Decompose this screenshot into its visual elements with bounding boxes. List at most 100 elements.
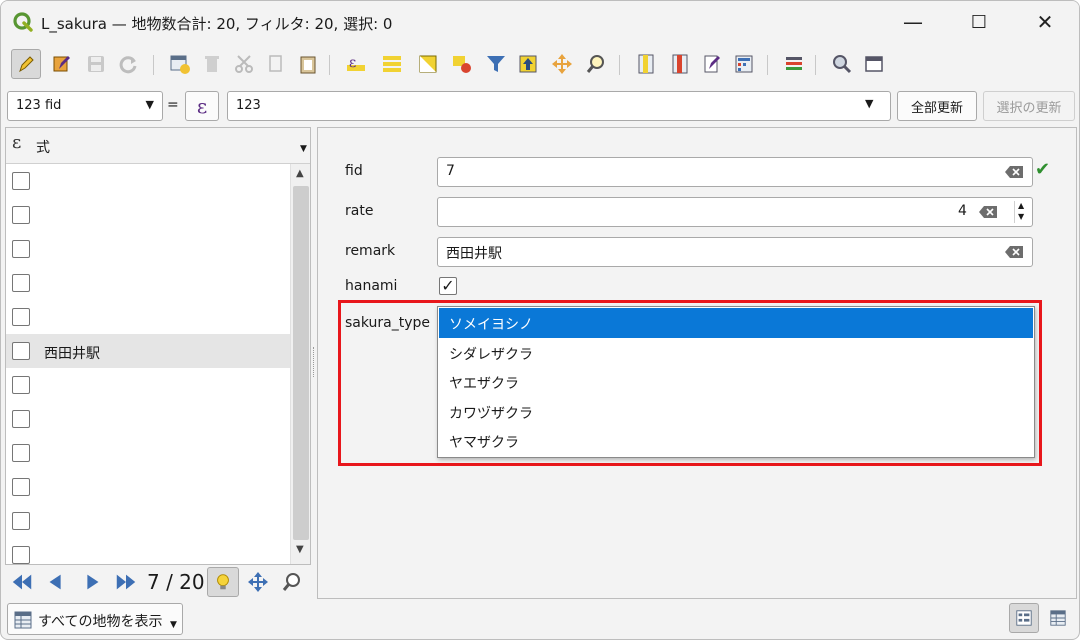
clear-icon[interactable]: [978, 205, 998, 219]
remark-input[interactable]: 西田井駅: [437, 237, 1033, 267]
hanami-checkbox[interactable]: ✓: [439, 277, 457, 295]
close-button[interactable]: ✕: [1013, 1, 1077, 43]
maximize-button[interactable]: ☐: [947, 1, 1011, 43]
zoom-to-selection-icon[interactable]: [581, 49, 611, 79]
chevron-down-icon[interactable]: ▼: [865, 97, 873, 110]
row-checkbox[interactable]: [12, 206, 30, 224]
delete-field-icon[interactable]: [665, 49, 695, 79]
scroll-down-icon[interactable]: ▼: [296, 544, 304, 555]
delete-feature-icon[interactable]: [197, 49, 227, 79]
edit-field-icon[interactable]: [697, 49, 727, 79]
list-item[interactable]: 西田井駅: [6, 334, 290, 368]
pan-to-selection-icon[interactable]: [547, 49, 577, 79]
invert-selection-icon[interactable]: [413, 49, 443, 79]
chevron-down-icon: ▼: [170, 620, 177, 630]
equals-label: =: [167, 97, 179, 113]
show-all-features-button[interactable]: すべての地物を表示 ▼: [7, 603, 183, 635]
zoom-to-feature-icon[interactable]: [279, 569, 305, 595]
list-item[interactable]: [6, 402, 290, 436]
expression-input[interactable]: 123: [227, 91, 891, 121]
stepper[interactable]: ▲ ▼: [1014, 201, 1030, 223]
list-display-expression[interactable]: ε 式 ▼: [6, 128, 310, 164]
field-select[interactable]: 123 fid ▼: [7, 91, 163, 121]
dropdown-option[interactable]: ソメイヨシノ: [439, 308, 1033, 338]
new-field-icon[interactable]: [631, 49, 661, 79]
last-feature-icon[interactable]: [113, 569, 139, 595]
row-checkbox[interactable]: [12, 444, 30, 462]
select-all-icon[interactable]: [377, 49, 407, 79]
chevron-up-icon[interactable]: ▲: [1018, 201, 1024, 210]
scroll-up-icon[interactable]: ▲: [296, 168, 304, 179]
hanami-label: hanami: [345, 278, 398, 294]
list-item[interactable]: [6, 198, 290, 232]
dropdown-option[interactable]: ヤエザクラ: [439, 367, 1033, 397]
row-checkbox[interactable]: [12, 376, 30, 394]
save-edits-icon[interactable]: [81, 49, 111, 79]
clear-icon[interactable]: [1004, 165, 1024, 179]
list-item[interactable]: [6, 538, 290, 564]
table-view-button[interactable]: [1043, 603, 1073, 633]
fid-input[interactable]: 7: [437, 157, 1033, 187]
list-item[interactable]: [6, 164, 290, 198]
toggle-edit-icon[interactable]: [11, 49, 41, 79]
field-calculator-icon[interactable]: [729, 49, 759, 79]
row-checkbox[interactable]: [12, 342, 30, 360]
feature-navigation: 7 / 20: [5, 565, 311, 599]
multi-edit-icon[interactable]: [47, 49, 77, 79]
window-title: L_sakura — 地物数合計: 20, フィルタ: 20, 選択: 0: [41, 15, 393, 33]
form-view-button[interactable]: [1009, 603, 1039, 633]
dropdown-option[interactable]: シダレザクラ: [439, 338, 1033, 368]
row-checkbox[interactable]: [12, 512, 30, 530]
list-item[interactable]: [6, 470, 290, 504]
chevron-down-icon[interactable]: ▼: [1018, 212, 1024, 221]
deselect-icon[interactable]: [447, 49, 477, 79]
previous-feature-icon[interactable]: [43, 569, 69, 595]
list-item[interactable]: [6, 266, 290, 300]
move-selection-top-icon[interactable]: [513, 49, 543, 79]
pan-to-feature-icon[interactable]: [245, 569, 271, 595]
first-feature-icon[interactable]: [9, 569, 35, 595]
update-selected-button[interactable]: 選択の更新: [983, 91, 1075, 121]
attribute-table-window: L_sakura — 地物数合計: 20, フィルタ: 20, 選択: 0 — …: [0, 0, 1080, 640]
actions-icon[interactable]: [827, 49, 857, 79]
highlight-feature-button[interactable]: [207, 567, 239, 597]
list-header-label: 式: [36, 140, 50, 156]
panel-splitter[interactable]: [313, 347, 315, 377]
add-feature-icon[interactable]: [165, 49, 195, 79]
dropdown-option[interactable]: カワヅザクラ: [439, 397, 1033, 427]
list-scrollbar[interactable]: ▲ ▼: [290, 164, 310, 564]
chevron-down-icon: ▼: [300, 144, 307, 154]
dock-window-icon[interactable]: [859, 49, 889, 79]
expression-builder-button[interactable]: ε: [185, 91, 219, 121]
row-checkbox[interactable]: [12, 478, 30, 496]
scrollbar-thumb[interactable]: [293, 186, 309, 540]
list-item[interactable]: [6, 368, 290, 402]
row-checkbox[interactable]: [12, 274, 30, 292]
clear-icon[interactable]: [1004, 245, 1024, 259]
paste-icon[interactable]: [293, 49, 323, 79]
rate-label: rate: [345, 203, 374, 219]
row-checkbox[interactable]: [12, 240, 30, 258]
sakura-type-dropdown[interactable]: ソメイヨシノ シダレザクラ ヤエザクラ カワヅザクラ ヤマザクラ: [437, 306, 1035, 458]
filter-icon[interactable]: [481, 49, 511, 79]
row-checkbox[interactable]: [12, 410, 30, 428]
update-all-button[interactable]: 全部更新: [897, 91, 977, 121]
remark-value: 西田井駅: [446, 246, 502, 262]
cut-icon[interactable]: [229, 49, 259, 79]
list-item[interactable]: [6, 436, 290, 470]
copy-icon[interactable]: [261, 49, 291, 79]
row-checkbox[interactable]: [12, 308, 30, 326]
rate-spinbox[interactable]: 4 ▲ ▼: [437, 197, 1033, 227]
list-item[interactable]: [6, 232, 290, 266]
row-checkbox[interactable]: [12, 172, 30, 190]
next-feature-icon[interactable]: [79, 569, 105, 595]
dropdown-option[interactable]: ヤマザクラ: [439, 426, 1033, 456]
list-item-label: 西田井駅: [44, 346, 100, 362]
list-item[interactable]: [6, 504, 290, 538]
select-by-expression-icon[interactable]: ε: [341, 49, 371, 79]
list-item[interactable]: [6, 300, 290, 334]
row-checkbox[interactable]: [12, 546, 30, 564]
minimize-button[interactable]: —: [881, 1, 945, 43]
conditional-formatting-icon[interactable]: [779, 49, 809, 79]
reload-icon[interactable]: [113, 49, 143, 79]
